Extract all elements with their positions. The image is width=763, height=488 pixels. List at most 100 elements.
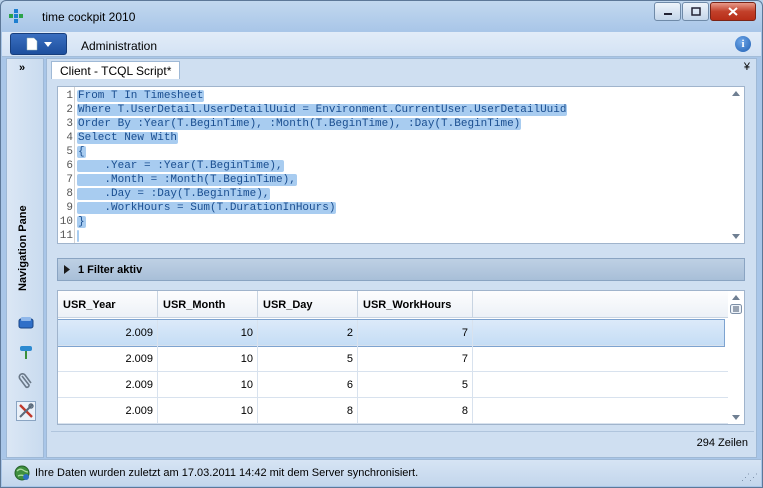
line-number: 4	[66, 132, 73, 144]
nav-expand-button[interactable]: »	[19, 62, 25, 74]
column-header-filler	[473, 291, 730, 318]
info-icon[interactable]: i	[735, 36, 751, 52]
minimize-button[interactable]	[654, 2, 681, 21]
window-title: time cockpit 2010	[42, 10, 136, 24]
code-text	[77, 229, 79, 243]
column-header[interactable]: USR_Year	[58, 291, 158, 318]
line-number: 10	[59, 216, 73, 228]
selected-code	[77, 230, 79, 242]
nav-tool-settings[interactable]	[16, 401, 36, 421]
app-logo-icon	[9, 9, 23, 23]
app-window: time cockpit 2010 Administration i » Nav…	[0, 0, 763, 488]
table-cell[interactable]: 10	[158, 372, 258, 397]
selected-code: Select New With	[77, 132, 179, 144]
code-text: .Day = :Day(T.BeginTime),	[77, 187, 271, 201]
scroll-up-icon	[732, 295, 740, 300]
table-cell[interactable]: 2.009	[58, 398, 158, 423]
table-row[interactable]: 2.009 10 5 7	[58, 346, 728, 372]
script-editor[interactable]: 1 From T In Timesheet 2 Where T.UserDetail.…	[57, 86, 745, 244]
table-cell[interactable]: 7	[358, 346, 473, 371]
code-text: From T In Timesheet	[77, 89, 205, 103]
table-cell[interactable]: 5	[258, 346, 358, 371]
line-number: 3	[66, 118, 73, 130]
navigation-pane-label[interactable]: Navigation Pane	[17, 205, 29, 291]
selected-code: .Year = :Year(T.BeginTime),	[77, 160, 284, 172]
table-cell[interactable]: 8	[358, 398, 473, 423]
table-cell[interactable]: 2.009	[58, 346, 158, 371]
line-number: 5	[66, 146, 73, 158]
grid-scrollbar[interactable]	[728, 291, 744, 424]
table-cell[interactable]: 2.009	[58, 320, 158, 345]
table-cell[interactable]: 8	[258, 398, 358, 423]
app-menu-button[interactable]	[10, 33, 67, 55]
code-text: .Month = :Month(T.BeginTime),	[77, 173, 297, 187]
code-text: .WorkHours = Sum(T.DurationInHours)	[77, 201, 337, 215]
row-count: 294 Zeilen	[696, 437, 748, 449]
tools-icon	[19, 403, 34, 418]
line-number: 7	[66, 174, 73, 186]
table-cell[interactable]: 10	[158, 398, 258, 423]
filter-status-label: 1 Filter aktiv	[78, 264, 143, 276]
minimize-icon	[663, 12, 672, 15]
nav-tool-attach[interactable]	[16, 371, 36, 391]
table-cell[interactable]: 6	[258, 372, 358, 397]
status-bar: Ihre Daten wurden zuletzt am 17.03.2011 …	[2, 459, 761, 486]
sync-status-text: Ihre Daten wurden zuletzt am 17.03.2011 …	[35, 467, 419, 479]
document-icon	[26, 37, 37, 51]
line-number: 1	[66, 90, 73, 102]
table-cell[interactable]: 2.009	[58, 372, 158, 397]
table-cell[interactable]: 10	[158, 346, 258, 371]
table-row[interactable]: 2.009 10 8 8	[58, 398, 728, 424]
close-icon	[728, 7, 738, 16]
code-text: Where T.UserDetail.UserDetailUuid = Envi…	[77, 103, 568, 117]
nav-tool-pin[interactable]	[16, 342, 36, 362]
table-cell[interactable]: 2	[258, 320, 358, 345]
column-header[interactable]: USR_Month	[158, 291, 258, 318]
column-header[interactable]: USR_Day	[258, 291, 358, 318]
table-cell[interactable]: 7	[358, 320, 473, 345]
scroll-down-icon	[732, 415, 740, 420]
table-row[interactable]: 2.009 10 6 5	[58, 372, 728, 398]
maximize-icon	[690, 7, 701, 16]
filter-bar[interactable]: 1 Filter aktiv	[57, 258, 745, 281]
selected-code: .Day = :Day(T.BeginTime),	[77, 188, 271, 200]
scroll-thumb-icon	[730, 304, 742, 314]
chevron-down-icon	[43, 41, 52, 47]
maximize-button[interactable]	[682, 2, 709, 21]
resize-grip[interactable]: ⋰⋰	[741, 472, 758, 483]
scroll-up-icon	[732, 91, 740, 96]
navigation-pane: » Navigation Pane	[6, 58, 44, 458]
table-cell[interactable]: 10	[158, 320, 258, 345]
window-icon	[18, 317, 34, 329]
code-text: Order By :Year(T.BeginTime), :Month(T.Be…	[77, 117, 522, 131]
table-row[interactable]: 2.009 10 2 7	[58, 319, 725, 347]
tab-tcql-script[interactable]: Client - TCQL Script*	[51, 61, 181, 79]
line-number: 11	[59, 230, 73, 242]
line-number: 8	[66, 188, 73, 200]
selected-code: .WorkHours = Sum(T.DurationInHours)	[77, 202, 337, 214]
table-cell[interactable]: 5	[358, 372, 473, 397]
results-grid: USR_Year USR_Month USR_Day USR_WorkHours 2.…	[57, 290, 745, 425]
scroll-down-icon	[732, 234, 740, 239]
caption-buttons	[654, 2, 756, 21]
close-button[interactable]	[710, 2, 756, 21]
sync-globe-icon	[14, 465, 30, 481]
grid-header: USR_Year USR_Month USR_Day USR_WorkHours	[58, 291, 730, 318]
pin-icon	[20, 346, 32, 359]
code-text: Select New With	[77, 131, 179, 145]
expand-arrow-icon	[64, 265, 70, 274]
editor-scrollbar[interactable]	[728, 87, 744, 243]
grid-footer: 294 Zeilen	[51, 431, 754, 453]
code-text: {	[77, 145, 86, 159]
nav-tool-window[interactable]	[16, 313, 36, 333]
line-number: 2	[66, 104, 73, 116]
code-text: .Year = :Year(T.BeginTime),	[77, 159, 284, 173]
title-bar[interactable]: time cockpit 2010	[1, 1, 762, 31]
menu-administration[interactable]: Administration	[81, 39, 157, 53]
tab-close-button[interactable]: ¥	[744, 61, 750, 73]
selected-code: }	[77, 216, 86, 228]
column-header[interactable]: USR_WorkHours	[358, 291, 473, 318]
paperclip-icon	[18, 373, 32, 389]
selected-code: Order By :Year(T.BeginTime), :Month(T.Be…	[77, 118, 522, 130]
line-number: 6	[66, 160, 73, 172]
